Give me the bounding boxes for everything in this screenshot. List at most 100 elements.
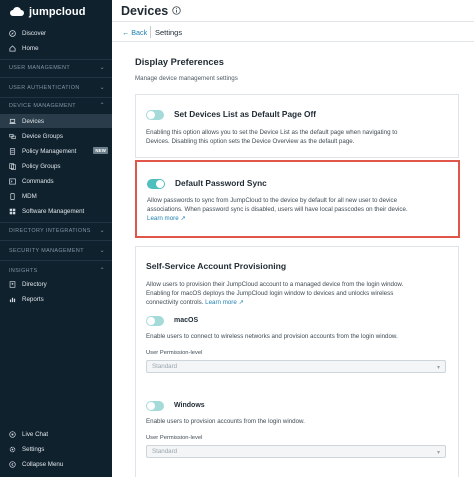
sidebar-item-settings[interactable]: Settings [0,442,112,456]
section-user-authentication[interactable]: USER AUTHENTICATION ⌄ [9,84,109,92]
windows-label: Windows [174,402,205,409]
card-description-line: Allow users to provision their JumpCloud… [146,281,404,288]
toggle-knob [147,317,155,325]
sidebar-item-reports[interactable]: Reports [0,292,112,306]
chevron-down-icon: ⌄ [99,248,105,254]
reports-icon [9,297,16,302]
section-directory-integrations[interactable]: DIRECTORY INTEGRATIONS ⌄ [9,227,109,235]
sidebar-item-label: MDM [22,192,37,200]
toggle-knob [156,180,164,188]
sidebar-item-label: Discover [22,29,47,37]
card-title: Default Password Sync [175,178,267,188]
sidebar-divider [0,59,112,60]
sidebar-item-software-management[interactable]: Software Management [0,204,112,218]
sidebar-item-label: Device Groups [22,132,63,140]
section-heading: Display Preferences [135,57,224,67]
learn-more-label: Learn more [147,215,179,223]
learn-more-link[interactable]: Learn more ↗ [147,215,186,222]
card-description-line: Enabling this option allows you to set t… [146,129,398,136]
sidebar: jumpcloud Discover Home USER MANAGEMENT … [0,0,112,477]
terminal-icon [9,178,16,184]
software-icon [9,208,16,214]
top-header: Devices [112,0,474,22]
sidebar-item-home[interactable]: Home [0,41,112,55]
toggle-knob [147,111,155,119]
toggle-knob [147,402,155,410]
page-title: Devices [121,4,169,18]
compass-icon [9,29,16,37]
sidebar-item-label: Home [22,44,39,52]
password-sync-toggle[interactable] [147,179,165,189]
macos-permission-select[interactable]: Standard ▾ [146,360,446,373]
windows-toggle[interactable] [146,401,164,411]
chevron-up-icon: ⌃ [99,268,105,274]
section-label: USER MANAGEMENT [9,64,71,71]
sidebar-item-devices[interactable]: Devices [0,114,112,128]
macos-description: Enable users to connect to wireless netw… [146,333,398,340]
section-user-management[interactable]: USER MANAGEMENT ⌄ [9,64,109,72]
select-value: Standard [152,448,178,455]
sidebar-item-label: Directory [22,280,47,288]
section-device-management[interactable]: DEVICE MANAGEMENT ⌃ [9,102,109,110]
sidebar-item-label: Collapse Menu [22,460,64,468]
breadcrumb: ← Back Settings [112,22,474,42]
devices-list-default-toggle[interactable] [146,110,164,120]
card-description: Enabling this option allows you to set t… [146,128,456,146]
sidebar-item-discover[interactable]: Discover [0,26,112,40]
sidebar-item-policy-groups[interactable]: Policy Groups [0,159,112,173]
sidebar-item-mdm[interactable]: MDM [0,189,112,203]
macos-toggle[interactable] [146,316,164,326]
macos-permission-label: User Permission-level [146,350,203,356]
sidebar-item-label: Devices [22,117,45,125]
sidebar-item-collapse-menu[interactable]: Collapse Menu [0,457,112,471]
sidebar-item-label: Live Chat [22,430,49,438]
chevron-down-icon: ▾ [436,450,440,456]
learn-more-link[interactable]: Learn more ↗ [205,299,244,306]
back-button[interactable]: ← Back [122,28,147,37]
card-description-line: Enabling for macOS deploys the JumpCloud… [146,290,394,298]
section-security-management[interactable]: SECURITY MANAGEMENT ⌄ [9,247,109,255]
sidebar-item-label: Reports [22,295,44,303]
learn-more-label: Learn more [205,299,237,307]
brand-name: jumpcloud [29,6,86,18]
card-title: Self-Service Account Provisioning [146,261,287,271]
policy-icon [9,147,16,155]
brand-logo[interactable]: jumpcloud [9,5,86,19]
sidebar-divider [0,260,112,261]
breadcrumb-current: Settings [155,28,183,37]
directory-icon [9,280,16,288]
section-insights[interactable]: INSIGHTS ⌃ [9,267,109,275]
sidebar-item-label: Settings [22,445,45,453]
card-description-line: associations. When password sync is disa… [147,206,408,214]
sidebar-item-commands[interactable]: Commands [0,174,112,188]
default-password-sync-card: Default Password Sync Allow passwords to… [135,160,460,238]
main-content: Display Preferences Manage device manage… [112,42,474,477]
sidebar-item-device-groups[interactable]: Device Groups [0,129,112,143]
sidebar-divider [0,240,112,241]
sidebar-divider [0,222,112,223]
info-icon[interactable] [172,6,181,15]
card-title: Set Devices List as Default Page Off [174,109,317,119]
policy-groups-icon [9,162,16,170]
chevron-up-icon: ⌃ [99,103,105,109]
sidebar-divider [0,77,112,78]
device-group-icon [9,133,16,139]
section-label: USER AUTHENTICATION [9,84,80,91]
chevron-down-icon: ⌄ [99,228,105,234]
breadcrumb-separator [150,26,151,38]
select-value: Standard [152,363,178,370]
section-label: INSIGHTS [9,267,38,274]
sidebar-item-label: Commands [22,177,54,185]
card-description-line: Allow passwords to sync from JumpCloud t… [147,197,398,204]
sidebar-item-policy-management[interactable]: Policy Management NEW [0,144,112,158]
windows-permission-label: User Permission-level [146,435,203,441]
sidebar-item-label: Software Management [22,207,85,215]
mobile-device-icon [10,192,15,200]
sidebar-item-directory[interactable]: Directory [0,277,112,291]
card-description-line: connectivity controls. [146,299,204,307]
collapse-icon [9,460,16,468]
windows-permission-select[interactable]: Standard ▾ [146,445,446,458]
card-description-line: Devices. Disabling this option sets the … [146,138,355,146]
self-service-provisioning-card: Self-Service Account Provisioning Allow … [135,246,459,477]
sidebar-item-live-chat[interactable]: Live Chat [0,427,112,441]
